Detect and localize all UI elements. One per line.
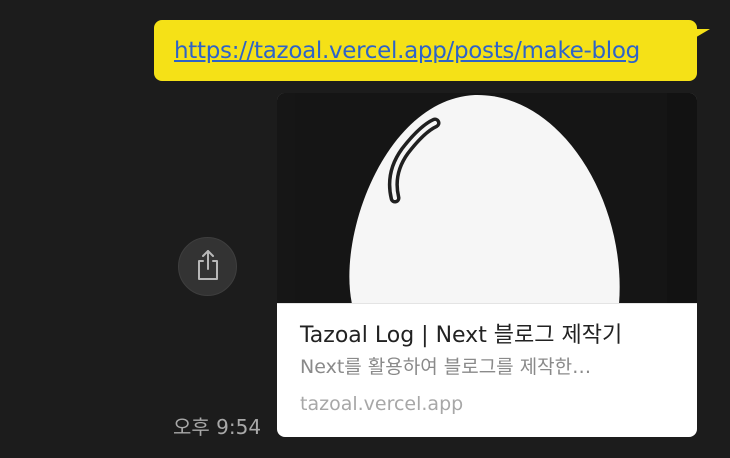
share-button[interactable] xyxy=(178,237,237,296)
preview-domain: tazoal.vercel.app xyxy=(300,393,464,415)
egg-illustration xyxy=(277,93,697,303)
chat-area: https://tazoal.vercel.app/posts/make-blo… xyxy=(0,0,730,458)
bubble-tail xyxy=(693,29,710,39)
message-timestamp: 오후 9:54 xyxy=(173,415,262,439)
share-icon xyxy=(193,248,223,286)
preview-title: Tazoal Log | Next 블로그 제작기 xyxy=(300,323,623,348)
message-bubble[interactable]: https://tazoal.vercel.app/posts/make-blo… xyxy=(154,20,697,81)
link-preview-card[interactable]: Tazoal Log | Next 블로그 제작기 Next를 활용하여 블로그… xyxy=(277,93,697,437)
preview-description: Next를 활용하여 블로그를 제작한… xyxy=(300,356,592,378)
preview-image xyxy=(277,93,697,304)
message-link[interactable]: https://tazoal.vercel.app/posts/make-blo… xyxy=(174,38,640,64)
